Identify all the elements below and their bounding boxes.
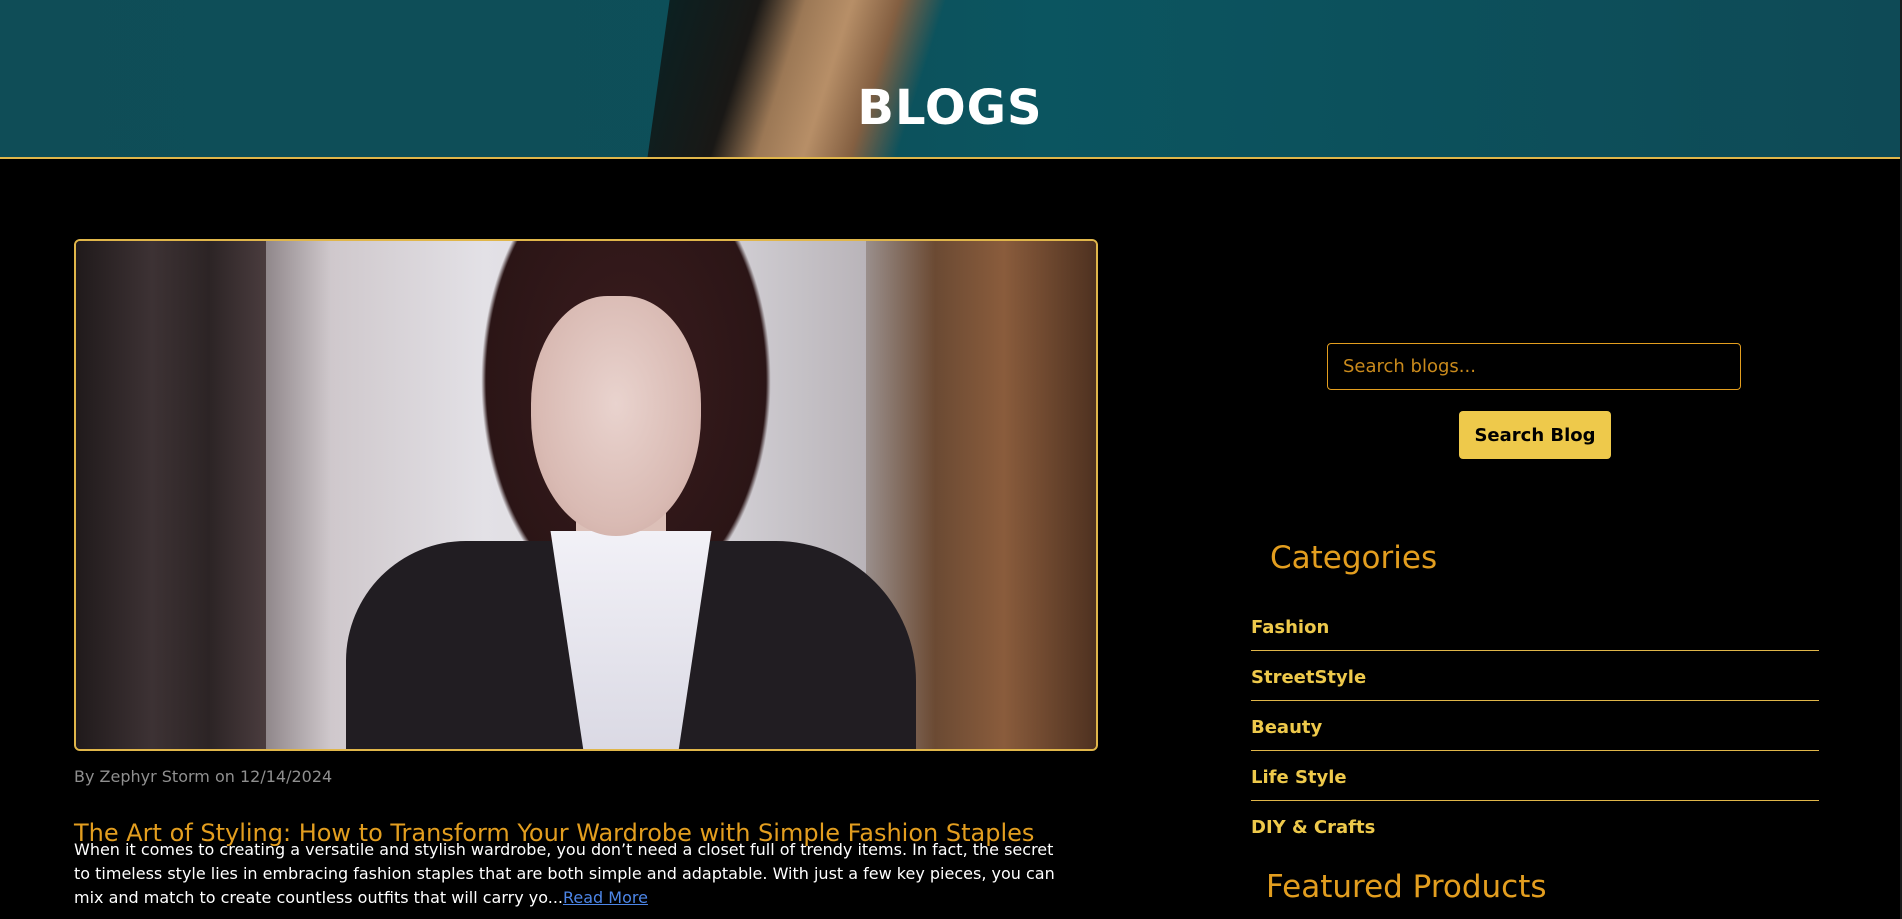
category-item-fashion[interactable]: Fashion	[1251, 602, 1819, 651]
search-blog-button[interactable]: Search Blog	[1459, 411, 1611, 459]
post-meta: By Zephyr Storm on 12/14/2024	[74, 767, 333, 786]
featured-products-heading: Featured Products	[1266, 869, 1547, 905]
category-item-diy-crafts[interactable]: DIY & Crafts	[1251, 802, 1819, 851]
image-face	[531, 296, 701, 536]
page-title: BLOGS	[857, 80, 1043, 137]
image-curtain	[76, 241, 266, 749]
category-list: Fashion StreetStyle Beauty Life Style DI…	[1251, 602, 1819, 851]
read-more-link[interactable]: Read More	[563, 888, 648, 907]
post-excerpt: When it comes to creating a versatile an…	[74, 838, 1074, 910]
categories-heading: Categories	[1270, 540, 1438, 576]
category-item-life-style[interactable]: Life Style	[1251, 752, 1819, 801]
hero-banner: BLOGS	[0, 0, 1900, 159]
category-item-streetstyle[interactable]: StreetStyle	[1251, 652, 1819, 701]
category-item-beauty[interactable]: Beauty	[1251, 702, 1819, 751]
search-input[interactable]	[1327, 343, 1741, 390]
post-featured-image[interactable]	[74, 239, 1098, 751]
